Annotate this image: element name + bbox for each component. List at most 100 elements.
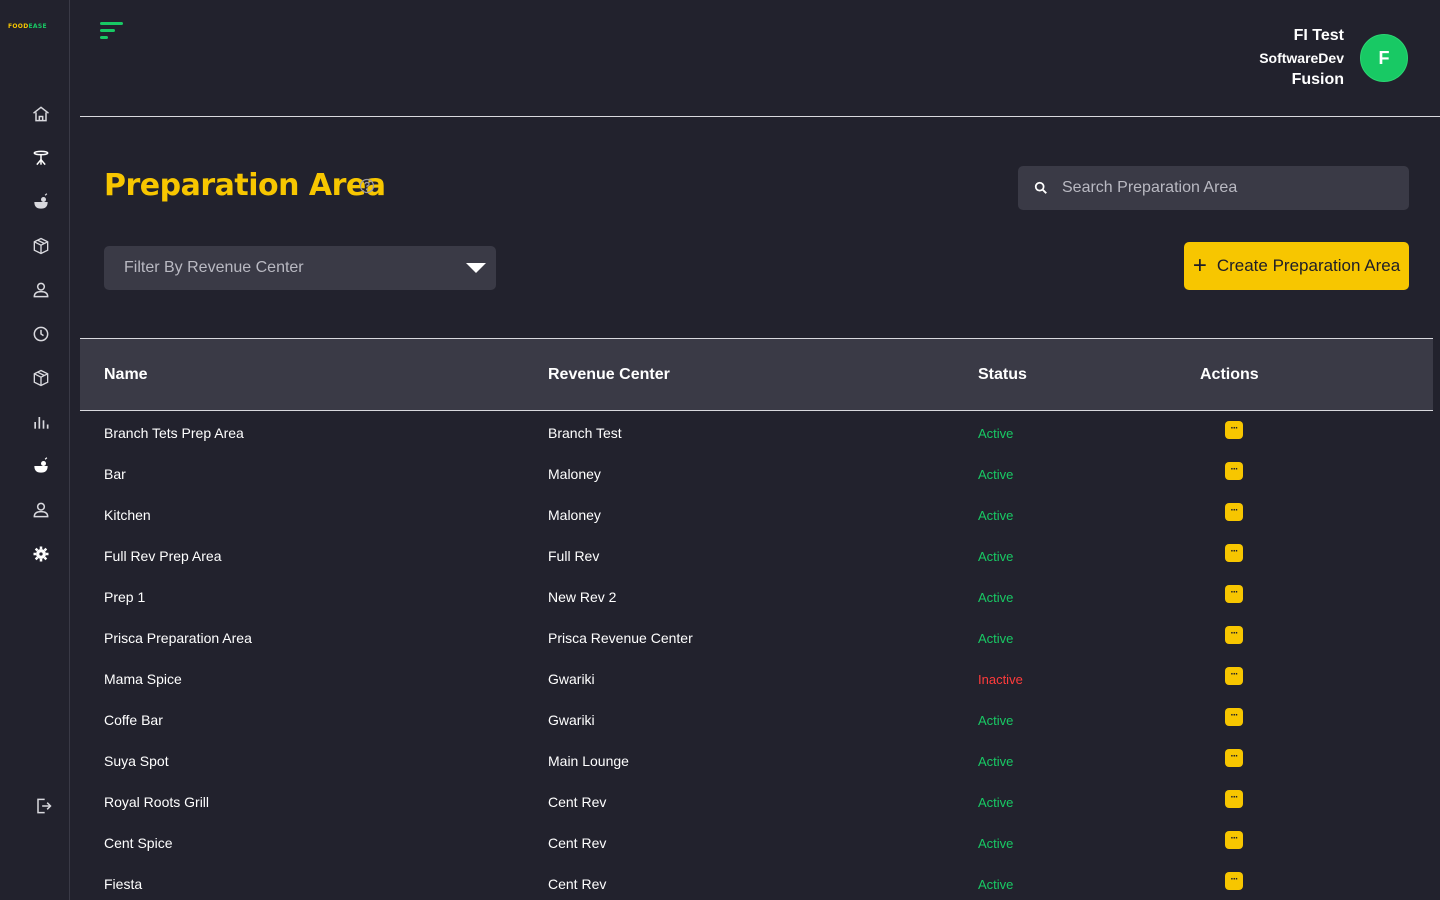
cell-name: Mama Spice xyxy=(104,671,182,687)
more-icon: ··· xyxy=(1230,545,1239,557)
cell-name: Branch Tets Prep Area xyxy=(104,425,244,441)
cell-revenue-center: Main Lounge xyxy=(548,753,629,769)
chart-icon[interactable] xyxy=(30,411,52,433)
cell-name: Prisca Preparation Area xyxy=(104,630,252,646)
cell-revenue-center: Cent Rev xyxy=(548,876,607,892)
more-icon: ··· xyxy=(1230,627,1239,639)
status-badge: Inactive xyxy=(978,672,1023,687)
cell-revenue-center: Prisca Revenue Center xyxy=(548,630,693,646)
create-preparation-area-button[interactable]: + Create Preparation Area xyxy=(1184,242,1409,290)
status-badge: Active xyxy=(978,426,1014,441)
status-badge: Active xyxy=(978,713,1014,728)
cell-revenue-center: Maloney xyxy=(548,507,601,523)
sidebar: FOODEASE xyxy=(0,0,70,900)
cell-name: Fiesta xyxy=(104,876,143,892)
logo-text-ease: EASE xyxy=(28,23,47,30)
status-badge: Active xyxy=(978,590,1014,605)
staff-icon[interactable] xyxy=(30,499,52,521)
user-org: SoftwareDev xyxy=(1259,50,1344,66)
row-actions-button[interactable]: ··· xyxy=(1225,626,1243,644)
cell-revenue-center: Cent Rev xyxy=(548,794,607,810)
table-row[interactable]: Fiesta Cent Rev Active ··· xyxy=(80,863,1433,900)
column-header-revenue-center[interactable]: Revenue Center xyxy=(548,366,670,384)
table-row[interactable]: Mama Spice Gwariki Inactive ··· xyxy=(80,658,1433,699)
more-icon: ··· xyxy=(1230,668,1239,680)
box-icon[interactable] xyxy=(30,235,52,257)
app-root: FOODEASE FI Test SoftwareDev Fusion F Pr… xyxy=(0,0,1440,900)
cell-revenue-center: Full Rev xyxy=(548,548,600,564)
row-actions-button[interactable]: ··· xyxy=(1225,544,1243,562)
cell-revenue-center: New Rev 2 xyxy=(548,589,617,605)
user-icon[interactable] xyxy=(30,279,52,301)
more-icon: ··· xyxy=(1230,791,1239,803)
more-icon: ··· xyxy=(1230,873,1239,885)
row-actions-button[interactable]: ··· xyxy=(1225,421,1243,439)
food-icon[interactable] xyxy=(30,191,52,213)
cell-name: Cent Spice xyxy=(104,835,173,851)
user-sub: Fusion xyxy=(1291,71,1344,88)
package-icon[interactable] xyxy=(30,367,52,389)
row-actions-button[interactable]: ··· xyxy=(1225,503,1243,521)
search-input[interactable] xyxy=(1062,179,1382,197)
clock-icon[interactable] xyxy=(30,323,52,345)
search-box xyxy=(1018,166,1409,210)
table-row[interactable]: Bar Maloney Active ··· xyxy=(80,453,1433,494)
more-icon: ··· xyxy=(1230,463,1239,475)
table-icon[interactable] xyxy=(30,147,52,169)
table-row[interactable]: Royal Roots Grill Cent Rev Active ··· xyxy=(80,781,1433,822)
row-actions-button[interactable]: ··· xyxy=(1225,462,1243,480)
cell-revenue-center: Maloney xyxy=(548,466,601,482)
row-actions-button[interactable]: ··· xyxy=(1225,667,1243,685)
search-icon xyxy=(1034,181,1047,194)
table-row[interactable]: Cent Spice Cent Rev Active ··· xyxy=(80,822,1433,863)
table-row[interactable]: Full Rev Prep Area Full Rev Active ··· xyxy=(80,535,1433,576)
revenue-center-filter[interactable]: Filter By Revenue Center xyxy=(104,246,496,290)
more-icon: ··· xyxy=(1230,832,1239,844)
home-icon[interactable] xyxy=(30,103,52,125)
grocery-icon[interactable] xyxy=(30,455,52,477)
help-icon[interactable] xyxy=(359,178,375,194)
cell-name: Coffe Bar xyxy=(104,712,163,728)
table-row[interactable]: Prisca Preparation Area Prisca Revenue Ce… xyxy=(80,617,1433,658)
row-actions-button[interactable]: ··· xyxy=(1225,831,1243,849)
cell-name: Full Rev Prep Area xyxy=(104,548,222,564)
table-row[interactable]: Suya Spot Main Lounge Active ··· xyxy=(80,740,1433,781)
user-info: FI Test SoftwareDev Fusion xyxy=(1144,25,1344,91)
row-actions-button[interactable]: ··· xyxy=(1225,749,1243,767)
table-row[interactable]: Coffe Bar Gwariki Active ··· xyxy=(80,699,1433,740)
status-badge: Active xyxy=(978,631,1014,646)
menu-toggle-icon[interactable] xyxy=(100,22,124,40)
header-divider xyxy=(80,116,1440,117)
filter-label: Filter By Revenue Center xyxy=(124,259,304,276)
more-icon: ··· xyxy=(1230,586,1239,598)
cell-revenue-center: Cent Rev xyxy=(548,835,607,851)
more-icon: ··· xyxy=(1230,422,1239,434)
row-actions-button[interactable]: ··· xyxy=(1225,872,1243,890)
status-badge: Active xyxy=(978,836,1014,851)
cell-name: Suya Spot xyxy=(104,753,169,769)
row-actions-button[interactable]: ··· xyxy=(1225,790,1243,808)
cell-name: Prep 1 xyxy=(104,589,146,605)
avatar[interactable]: F xyxy=(1360,34,1408,82)
table-row[interactable]: Branch Tets Prep Area Branch Test Active ··… xyxy=(80,412,1433,453)
row-actions-button[interactable]: ··· xyxy=(1225,708,1243,726)
user-name: FI Test xyxy=(1293,27,1344,44)
cell-revenue-center: Gwariki xyxy=(548,712,595,728)
status-badge: Active xyxy=(978,549,1014,564)
column-header-status[interactable]: Status xyxy=(978,366,1027,384)
table-row[interactable]: Kitchen Maloney Active ··· xyxy=(80,494,1433,535)
cell-name: Bar xyxy=(104,466,126,482)
logout-icon[interactable] xyxy=(32,795,54,817)
logo-text-food: FOOD xyxy=(8,23,29,30)
more-icon: ··· xyxy=(1230,504,1239,516)
more-icon: ··· xyxy=(1230,709,1239,721)
chevron-down-icon xyxy=(466,263,486,273)
status-badge: Active xyxy=(978,754,1014,769)
settings-icon[interactable] xyxy=(30,543,52,565)
column-header-name[interactable]: Name xyxy=(104,366,148,384)
row-actions-button[interactable]: ··· xyxy=(1225,585,1243,603)
status-badge: Active xyxy=(978,795,1014,810)
table-row[interactable]: Prep 1 New Rev 2 Active ··· xyxy=(80,576,1433,617)
app-logo[interactable]: FOODEASE xyxy=(8,23,62,33)
column-header-actions: Actions xyxy=(1200,366,1259,383)
